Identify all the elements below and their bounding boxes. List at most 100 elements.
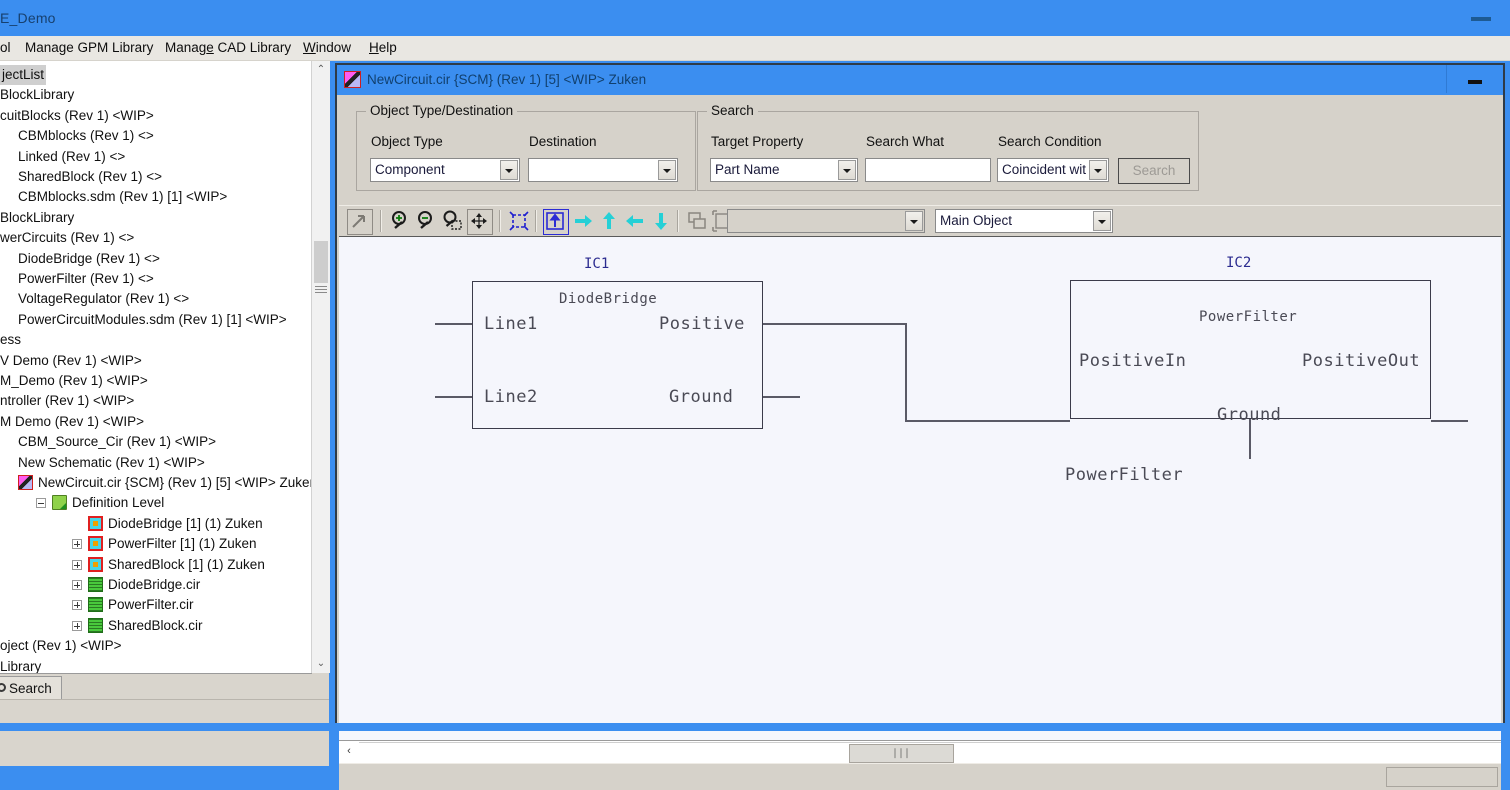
destination-combo[interactable] [528, 158, 678, 182]
tree-item[interactable]: ntroller (Rev 1) <WIP> [0, 391, 134, 411]
collapse-icon[interactable] [36, 498, 46, 508]
tree-item[interactable]: M_Demo (Rev 1) <WIP> [0, 371, 148, 391]
expand-icon[interactable] [72, 539, 82, 549]
tree-item[interactable]: BlockLibrary [0, 85, 74, 105]
project-tree-vscrollbar[interactable]: ⌃ ⌄ [311, 61, 330, 673]
block-ic2[interactable] [1070, 280, 1431, 419]
menu-item-tool[interactable]: ol [0, 40, 11, 55]
object-type-combo[interactable]: Component [370, 158, 520, 182]
expand-icon[interactable] [72, 580, 82, 590]
object-type-destination-group: Object Type/Destination Object Type Comp… [356, 111, 696, 191]
tree-item[interactable]: PowerFilter (Rev 1) <> [18, 269, 154, 289]
tree-item-label: BlockLibrary [0, 208, 74, 228]
tree-item[interactable]: PowerFilter.cir [72, 595, 194, 615]
expand-icon[interactable] [72, 560, 82, 570]
search-condition-combo[interactable]: Coincident wit [997, 158, 1109, 182]
menu-item-window[interactable]: Window [303, 40, 351, 55]
vscroll-grip-icon [315, 286, 327, 295]
tree-item[interactable]: oject (Rev 1) <WIP> [0, 636, 122, 656]
chevron-down-icon[interactable] [905, 211, 923, 231]
tree-item-label: PowerCircuitModules.sdm (Rev 1) [1] <WIP… [18, 310, 287, 330]
tree-item[interactable]: VoltageRegulator (Rev 1) <> [18, 289, 189, 309]
tree-item[interactable]: NewCircuit.cir {SCM} (Rev 1) [5] <WIP> Z… [18, 473, 312, 493]
chevron-down-icon[interactable] [1089, 160, 1107, 180]
chevron-down-icon[interactable] [658, 160, 676, 180]
highlight-icon[interactable] [507, 209, 531, 233]
view-combo[interactable]: Main Object [935, 209, 1113, 233]
select-arrow-icon[interactable] [347, 209, 373, 235]
project-pane: jectListBlockLibrarycuitBlocks (Rev 1) <… [0, 61, 329, 731]
tree-item[interactable]: CBMblocks (Rev 1) <> [18, 126, 154, 146]
tree-item[interactable]: PowerCircuitModules.sdm (Rev 1) [1] <WIP… [18, 310, 287, 330]
hscroll-thumb[interactable]: ∣∣∣ [849, 744, 954, 763]
tree-item[interactable]: DiodeBridge.cir [72, 575, 200, 595]
search-condition-value: Coincident wit [1002, 162, 1088, 177]
tree-item[interactable]: werCircuits (Rev 1) <> [0, 228, 134, 248]
child-minimize-button[interactable] [1446, 65, 1503, 93]
go-up-level-icon[interactable] [543, 209, 569, 235]
sheet-combo[interactable] [727, 209, 925, 233]
tree-item[interactable]: CBMblocks.sdm (Rev 1) [1] <WIP> [18, 187, 227, 207]
tree-item[interactable]: M Demo (Rev 1) <WIP> [0, 412, 144, 432]
zoom-out-icon[interactable] [415, 209, 439, 233]
tree-item-label: PowerFilter [1] (1) Zuken [108, 534, 257, 554]
arrow-right-icon[interactable] [571, 209, 595, 233]
schematic-canvas[interactable]: IC1 DiodeBridge Line1 Line2 Positive Gro… [339, 236, 1501, 741]
cascade-icon[interactable] [685, 209, 709, 233]
search-what-input[interactable] [865, 158, 991, 182]
canvas-hscrollbar[interactable]: ‹ ∣∣∣ [339, 740, 1501, 763]
tree-item[interactable]: SharedBlock (Rev 1) <> [18, 167, 162, 187]
tree-item[interactable]: ess [0, 330, 21, 350]
scroll-down-arrow-icon[interactable]: ⌄ [312, 655, 330, 673]
chevron-down-icon[interactable] [838, 160, 856, 180]
object-type-value: Component [375, 162, 445, 177]
scroll-left-arrow-icon[interactable]: ‹ [339, 741, 359, 761]
arrow-up-icon[interactable] [597, 209, 621, 233]
fit-to-window-icon[interactable] [467, 209, 493, 235]
tree-item[interactable]: BlockLibrary [0, 208, 74, 228]
hscroll-track[interactable]: ∣∣∣ [359, 742, 1501, 763]
menu-item-manage-cad-library[interactable]: Manage CAD Library [165, 40, 291, 55]
project-search-tab[interactable]: Search [0, 676, 62, 701]
vscroll-thumb[interactable] [314, 241, 328, 283]
tree-item[interactable]: PowerFilter [1] (1) Zuken [72, 534, 257, 554]
project-pane-footer [0, 699, 329, 766]
net-wire-seg1 [763, 323, 907, 325]
tree-item[interactable]: CBM_Source_Cir (Rev 1) <WIP> [18, 432, 216, 452]
project-tree[interactable]: jectListBlockLibrarycuitBlocks (Rev 1) <… [0, 61, 312, 674]
tree-item[interactable]: New Schematic (Rev 1) <WIP> [18, 453, 205, 473]
expand-icon[interactable] [72, 621, 82, 631]
tree-item[interactable]: jectList [0, 65, 46, 85]
arrow-left-icon[interactable] [623, 209, 647, 233]
search-button[interactable]: Search [1118, 158, 1190, 184]
pin-label-positivein: PositiveIn [1079, 351, 1186, 371]
destination-label: Destination [529, 134, 597, 149]
expand-icon[interactable] [72, 600, 82, 610]
tree-item[interactable]: Linked (Rev 1) <> [18, 147, 125, 167]
application-window: E_Demo ol Manage GPM Library Manage CAD … [0, 0, 1510, 731]
scroll-up-arrow-icon[interactable]: ⌃ [312, 61, 330, 79]
tree-item[interactable]: DiodeBridge [1] (1) Zuken [72, 514, 263, 534]
tree-item[interactable]: Definition Level [36, 493, 164, 513]
tree-item[interactable]: DiodeBridge (Rev 1) <> [18, 249, 160, 269]
chevron-down-icon[interactable] [1093, 211, 1111, 231]
zoom-in-icon[interactable] [389, 209, 413, 233]
tree-item[interactable]: Library [0, 657, 41, 674]
pin-label-ground-ic1: Ground [669, 387, 733, 407]
schematic-toolbar: Main Object [339, 205, 1501, 237]
arrow-down-icon[interactable] [649, 209, 673, 233]
chevron-down-icon[interactable] [500, 160, 518, 180]
tree-item[interactable]: SharedBlock [1] (1) Zuken [72, 555, 265, 575]
tree-item-label: PowerFilter.cir [108, 595, 194, 615]
search-condition-label: Search Condition [998, 134, 1102, 149]
tree-item[interactable]: SharedBlock.cir [72, 616, 203, 636]
app-minimize-button[interactable] [1452, 0, 1510, 36]
folder-icon [52, 495, 67, 510]
cir-file-icon [88, 618, 103, 633]
menu-item-manage-gpm-library[interactable]: Manage GPM Library [25, 40, 153, 55]
tree-item[interactable]: cuitBlocks (Rev 1) <WIP> [0, 106, 154, 126]
zoom-window-icon[interactable] [441, 209, 465, 233]
tree-item[interactable]: V Demo (Rev 1) <WIP> [0, 351, 142, 371]
target-property-combo[interactable]: Part Name [710, 158, 858, 182]
menu-item-help[interactable]: Help [369, 40, 397, 55]
